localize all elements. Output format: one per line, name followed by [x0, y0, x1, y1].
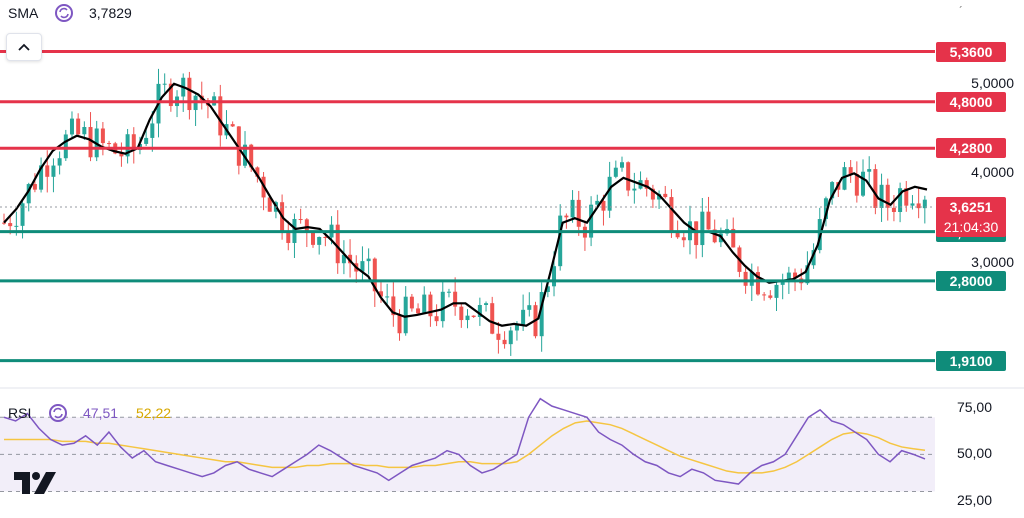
candle-body: [762, 294, 767, 296]
candle-body: [434, 316, 439, 322]
candle-body: [706, 211, 711, 230]
candle-body: [298, 219, 303, 221]
candle-body: [446, 291, 451, 293]
candle-body: [521, 309, 526, 325]
candle-body: [471, 315, 476, 317]
candle-body: [465, 315, 470, 321]
corner-mark: ˏ: [958, 0, 963, 8]
price-tick: 4,0000: [971, 164, 1014, 181]
candle-body: [768, 295, 773, 298]
level-tag: 5,3600: [936, 41, 1006, 62]
settings-icon[interactable]: [54, 3, 73, 22]
chart-canvas[interactable]: [0, 0, 1024, 518]
candle-body: [576, 199, 581, 227]
candle-body: [162, 83, 167, 85]
candle-body: [397, 315, 402, 334]
candle-body: [570, 199, 575, 218]
candle-body: [14, 225, 19, 227]
rsi-ma-value: 52,22: [136, 405, 172, 421]
candle-body: [311, 232, 315, 245]
current-price-tag: 3,6251 21:04:30: [936, 196, 1006, 237]
price-tick: 3,0000: [971, 253, 1014, 270]
candle-body: [774, 284, 779, 298]
candle-body: [385, 296, 390, 298]
candle-body: [82, 126, 87, 135]
candle-body: [663, 193, 668, 198]
candle-body: [873, 169, 878, 208]
candlestick-series: [2, 68, 927, 356]
level-tag: 2,8000: [936, 270, 1006, 291]
sma-label[interactable]: SMA: [8, 5, 38, 21]
candle-body: [607, 176, 612, 211]
chevron-up-icon: [18, 43, 30, 51]
candle-body: [107, 143, 112, 145]
candle-body: [51, 165, 56, 177]
candle-body: [564, 215, 569, 218]
candle-body: [681, 237, 686, 241]
candle-body: [187, 77, 192, 111]
candle-body: [626, 162, 631, 191]
candle-body: [366, 258, 371, 262]
candle-body: [613, 167, 618, 177]
candle-body: [508, 330, 513, 345]
candle-body: [422, 294, 427, 314]
candle-body: [45, 165, 50, 177]
candle-body: [743, 271, 748, 286]
candle-countdown: 21:04:30: [943, 218, 999, 235]
candle-body: [57, 158, 62, 166]
candle-body: [8, 223, 13, 227]
candle-body: [694, 221, 699, 246]
candle-body: [867, 169, 872, 172]
candle-body: [669, 197, 674, 231]
candle-body: [484, 303, 489, 305]
current-price-value: 3,6251: [949, 198, 993, 215]
sma-value: 3,7829: [89, 5, 132, 21]
candle-body: [861, 171, 866, 196]
candle-body: [496, 333, 501, 340]
candle-body: [403, 296, 408, 334]
rsi-tick: 75,00: [956, 398, 992, 415]
candle-body: [632, 188, 637, 191]
candle-body: [2, 222, 6, 224]
candle-body: [286, 233, 291, 243]
candle-body: [459, 306, 464, 321]
candle-body: [879, 184, 884, 208]
candle-body: [490, 303, 495, 334]
candle-body: [416, 308, 421, 314]
candle-body: [453, 291, 458, 307]
candle-body: [100, 128, 105, 144]
candle-body: [514, 324, 519, 331]
candle-body: [409, 296, 414, 309]
rsi-label[interactable]: RSI: [8, 405, 31, 421]
candle-body: [620, 162, 624, 168]
rsi-value: 47,51: [83, 405, 119, 421]
candle-body: [230, 124, 235, 127]
collapse-button[interactable]: [6, 33, 42, 61]
candle-body: [601, 200, 606, 211]
candle-body: [502, 339, 507, 345]
candle-body: [552, 266, 557, 287]
tradingview-logo[interactable]: [12, 470, 60, 503]
candle-body: [32, 184, 37, 190]
rsi-tick: 25,00: [956, 491, 992, 508]
candle-body: [854, 174, 859, 196]
candle-body: [317, 236, 322, 245]
level-tag: 4,2800: [936, 138, 1006, 159]
candle-body: [150, 123, 155, 138]
candle-body: [700, 211, 705, 246]
candle-body: [910, 203, 915, 206]
candle-body: [527, 305, 532, 310]
candle-body: [144, 137, 149, 144]
level-tag: 1,9100: [936, 350, 1006, 371]
rsi-tick: 50,00: [956, 445, 992, 462]
candle-body: [63, 134, 68, 159]
rsi-settings-icon[interactable]: [48, 403, 67, 422]
price-tick: 5,0000: [971, 74, 1014, 91]
candle-body: [440, 291, 445, 322]
candle-body: [76, 118, 81, 135]
candle-body: [69, 118, 74, 135]
level-tag: 4,8000: [936, 91, 1006, 112]
candle-body: [891, 207, 896, 213]
candle-body: [780, 282, 785, 285]
